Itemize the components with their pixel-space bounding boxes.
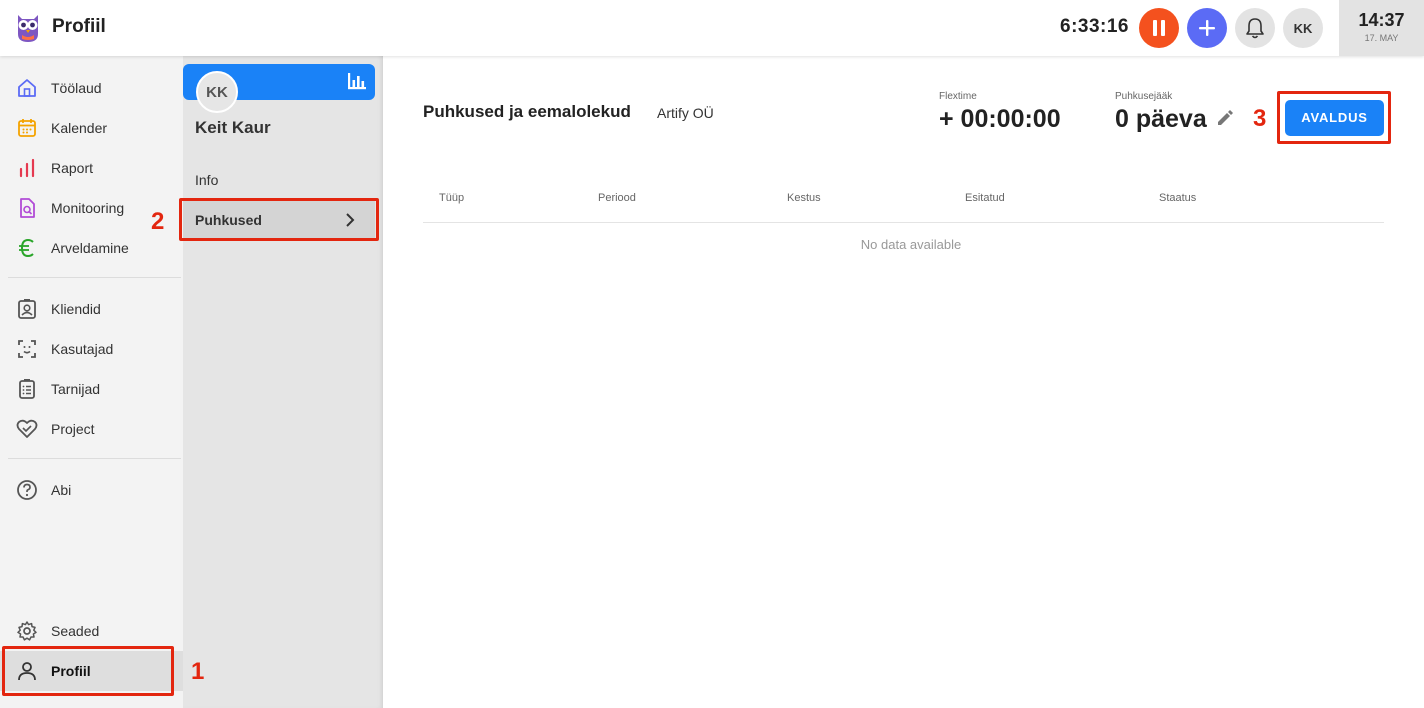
profile-avatar: KK	[196, 71, 238, 113]
sidebar-item-abi[interactable]: Abi	[0, 470, 183, 510]
profile-menu-info[interactable]: Info	[183, 160, 375, 200]
flextime-value: + 00:00:00	[939, 105, 1061, 133]
profile-menu-puhkused[interactable]: Puhkused	[183, 200, 375, 240]
sidebar-item-label: Seaded	[51, 623, 100, 639]
profile-name: Keit Kaur	[195, 118, 271, 137]
flextime-label: Flextime	[939, 91, 977, 102]
add-button[interactable]	[1187, 8, 1227, 48]
users-icon	[18, 340, 36, 358]
sidebar-item-kalender[interactable]: Kalender	[0, 108, 183, 148]
page-title: Puhkused ja eemalolekud	[423, 102, 631, 121]
sidebar: Töölaud Kalender Raport Monitooring Arve…	[0, 56, 183, 708]
pause-button[interactable]	[1139, 8, 1179, 48]
person-icon	[18, 662, 36, 681]
sidebar-item-label: Kasutajad	[51, 341, 114, 357]
company-name: Artify OÜ	[657, 105, 714, 121]
sidebar-item-label: Abi	[51, 482, 72, 498]
annotation-number-3: 3	[1253, 105, 1267, 132]
bar-chart-icon[interactable]	[347, 72, 367, 90]
sidebar-item-kliendid[interactable]: Kliendid	[0, 289, 183, 329]
sidebar-item-label: Arveldamine	[51, 240, 129, 256]
profile-menu-label: Puhkused	[195, 212, 262, 228]
suppliers-icon	[19, 379, 35, 399]
annotation-number-2: 2	[151, 208, 165, 235]
main-content: Puhkused ja eemalolekud Artify OÜ Flexti…	[383, 56, 1424, 708]
sidebar-item-label: Project	[51, 421, 95, 437]
clock-time: 14:37	[1358, 10, 1405, 30]
project-icon	[16, 419, 38, 438]
chart-icon	[19, 158, 35, 178]
sidebar-item-seaded[interactable]: Seaded	[0, 611, 183, 651]
chevron-right-icon	[346, 213, 355, 227]
balance-label: Puhkusejääk	[1115, 91, 1173, 102]
column-header-esitatud[interactable]: Esitatud	[965, 192, 1005, 204]
clock-date: 17. MAY	[1364, 33, 1399, 43]
sidebar-item-label: Kalender	[51, 120, 108, 136]
column-header-tyyp[interactable]: Tüüp	[439, 192, 464, 204]
sidebar-item-label: Profiil	[51, 663, 91, 679]
notifications-button[interactable]	[1235, 8, 1275, 48]
euro-icon	[19, 238, 34, 258]
calendar-icon	[18, 119, 36, 137]
nav-divider	[8, 458, 181, 459]
sidebar-item-label: Monitooring	[51, 200, 125, 216]
column-header-staatus[interactable]: Staatus	[1159, 192, 1196, 204]
user-avatar-button[interactable]: KK	[1283, 8, 1323, 48]
sidebar-item-label: Tarnijad	[51, 381, 101, 397]
sidebar-item-label: Raport	[51, 160, 94, 176]
sidebar-item-project[interactable]: Project	[0, 409, 183, 449]
pencil-icon[interactable]	[1215, 108, 1235, 128]
column-header-periood[interactable]: Periood	[598, 192, 636, 204]
profile-menu-label: Info	[195, 172, 219, 188]
bell-icon	[1246, 18, 1264, 39]
table-divider	[423, 222, 1384, 223]
help-icon	[17, 480, 37, 500]
gear-icon	[17, 621, 37, 641]
sidebar-item-label: Töölaud	[51, 80, 102, 96]
profile-panel: KK Keit Kaur Info Puhkused	[183, 56, 383, 708]
monitoring-icon	[20, 198, 35, 218]
sidebar-item-kasutajad[interactable]: Kasutajad	[0, 329, 183, 369]
time-tracker-timer: 6:33:16	[1060, 16, 1129, 37]
home-icon	[18, 79, 36, 97]
sidebar-item-raport[interactable]: Raport	[0, 148, 183, 188]
sidebar-item-profiil[interactable]: Profiil	[0, 651, 183, 691]
clients-icon	[18, 299, 36, 319]
column-header-kestus[interactable]: Kestus	[787, 192, 821, 204]
sidebar-item-toolaud[interactable]: Töölaud	[0, 68, 183, 108]
empty-state-text: No data available	[860, 237, 962, 252]
nav-divider	[8, 277, 181, 278]
sidebar-item-tarnijad[interactable]: Tarnijad	[0, 369, 183, 409]
sidebar-item-label: Kliendid	[51, 301, 101, 317]
avaldus-button[interactable]: AVALDUS	[1285, 100, 1384, 136]
balance-value: 0 päeva	[1115, 105, 1207, 133]
top-bar: Profiil 6:33:16 KK 14:37 17. MAY	[0, 0, 1424, 56]
owl-logo-icon	[18, 15, 38, 42]
plus-icon	[1199, 20, 1215, 36]
pause-icon	[1153, 20, 1165, 36]
clock: 14:37 17. MAY	[1339, 0, 1424, 56]
app-title: Profiil	[52, 16, 106, 37]
annotation-number-1: 1	[191, 658, 205, 685]
